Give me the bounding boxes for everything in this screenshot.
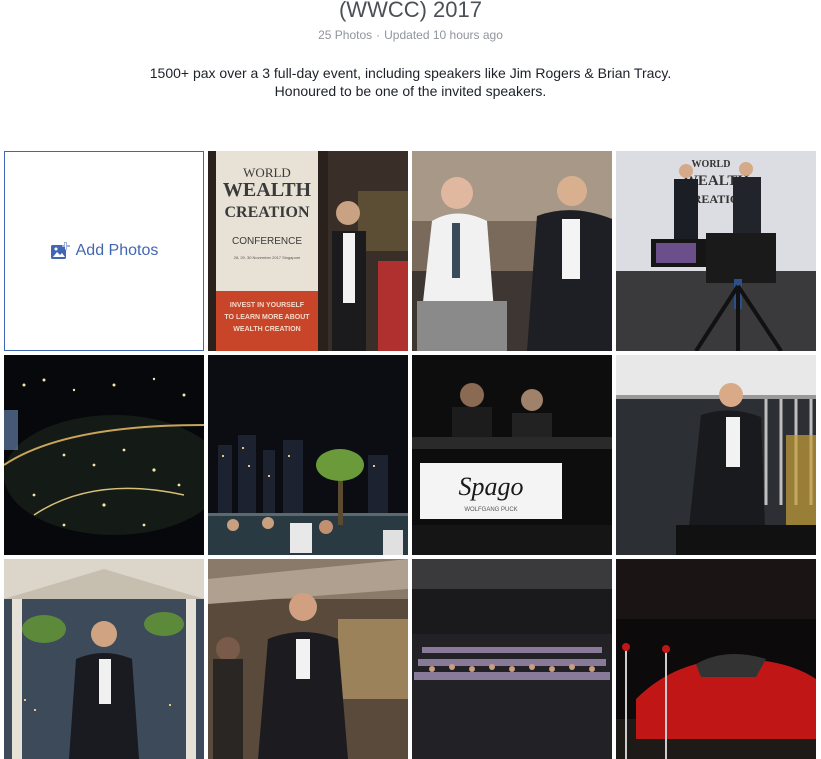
photo-spago[interactable]: Spago WOLFGANG PUCK [412,355,612,555]
photo-count[interactable]: 25 Photos [318,28,372,42]
spago-logo: Spago [459,472,524,501]
banner-line-4: CONFERENCE [232,236,302,247]
description-line-2: Honoured to be one of the invited speake… [274,83,547,99]
banner-tag-2: TO LEARN MORE ABOUT [224,314,310,321]
photo-gazebo-portrait[interactable] [4,559,204,759]
add-photos-label: Add Photos [75,242,159,259]
photo-red-car[interactable] [616,559,816,759]
album-meta: 25 Photos · Updated 10 hours ago [0,28,821,42]
banner-line-1: WORLD [243,165,291,180]
photo-balcony-portrait[interactable] [616,355,816,555]
photo-aerial-night[interactable] [4,355,204,555]
photo-restaurant-dinner[interactable] [208,559,408,759]
photo-grid: Add Photos WORLD WEALTH CREATION CONFERE… [4,151,816,759]
photo-stage-camera[interactable]: WORLD WEALTH CREATION [616,151,816,351]
album-title: (WWCC) 2017 [338,0,482,22]
updated-time: Updated 10 hours ago [384,28,503,42]
album-description: 1500+ pax over a 3 full-day event, inclu… [0,64,821,100]
banner-line-3: CREATION [224,204,309,221]
add-photo-icon [50,242,70,260]
spago-sub: WOLFGANG PUCK [464,507,517,513]
banner-tag-3: WEALTH CREATION [233,326,300,333]
photo-with-speaker[interactable] [412,151,612,351]
banner-line-2: WEALTH [223,179,312,201]
photo-conference-banner[interactable]: WORLD WEALTH CREATION CONFERENCE 28, 29,… [208,151,408,351]
banner-tag-1: INVEST IN YOURSELF [230,302,305,309]
meta-separator: · [376,28,381,42]
description-line-1: 1500+ pax over a 3 full-day event, inclu… [149,65,672,81]
stage-line-1: WORLD [692,159,731,170]
add-photos-button[interactable]: Add Photos [4,151,204,351]
photo-conference-hall[interactable] [412,559,612,759]
banner-dates: 28, 29, 30 November 2017 Singapore [234,255,301,260]
photo-rooftop-pool[interactable] [208,355,408,555]
